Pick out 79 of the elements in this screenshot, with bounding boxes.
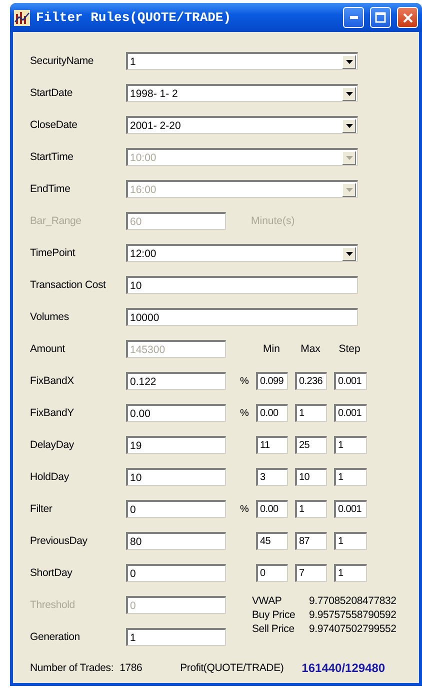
step-field[interactable]: 0.001 [334, 372, 367, 390]
field-label: Threshold [30, 599, 76, 611]
step-field[interactable]: 1 [334, 436, 367, 454]
field-label: HoldDay [30, 471, 70, 483]
field-label: Bar_Range [30, 215, 82, 227]
field-label: FixBandX [30, 375, 75, 387]
field-label: EndTime [30, 183, 72, 195]
step-field[interactable]: 1 [334, 468, 367, 486]
text-field[interactable]: 10 [126, 468, 226, 486]
price-value: 9.97407502799552 [309, 623, 396, 635]
text-field[interactable]: 10000 [126, 308, 358, 326]
field-label: Transaction Cost [30, 279, 107, 291]
price-label: Buy Price [252, 609, 296, 621]
text-field[interactable]: 19 [126, 436, 226, 454]
max-field[interactable]: 87 [295, 532, 327, 550]
close-icon [402, 12, 412, 22]
unit-label: Minute(s) [251, 215, 295, 227]
min-field[interactable]: 0.00 [256, 500, 288, 518]
maximize-icon [375, 12, 386, 23]
window-title: Filter Rules(QUOTE/TRADE) [36, 10, 232, 25]
price-value: 9.95757558790592 [309, 609, 396, 621]
max-field[interactable]: 1 [295, 500, 327, 518]
field-label: ShortDay [30, 567, 74, 579]
field-label: PreviousDay [30, 535, 88, 547]
minimize-button[interactable] [343, 7, 364, 28]
text-field[interactable]: 80 [126, 532, 226, 550]
field-label: CloseDate [30, 119, 78, 131]
max-field[interactable]: 10 [295, 468, 327, 486]
min-field[interactable]: 0.099 [256, 372, 288, 390]
field-label: TimePoint [30, 247, 76, 259]
field-label: DelayDay [30, 439, 75, 451]
column-header: Min [262, 343, 281, 355]
trades-label: Number of Trades: [30, 662, 114, 674]
text-field[interactable]: 0 [126, 500, 226, 518]
step-field[interactable]: 0.001 [334, 500, 367, 518]
min-field[interactable]: 3 [256, 468, 288, 486]
chart-icon [14, 10, 30, 26]
profit-value: 161440/129480 [302, 661, 386, 675]
text-field[interactable]: 0.00 [126, 404, 226, 422]
minimize-icon [350, 16, 358, 19]
max-field[interactable]: 25 [295, 436, 327, 454]
price-label: VWAP [252, 595, 283, 607]
field-label: Volumes [30, 311, 70, 323]
field-label: FixBandY [30, 407, 75, 419]
max-field[interactable]: 0.236 [295, 372, 327, 390]
min-field[interactable]: 0 [256, 564, 288, 582]
price-value: 9.77085208477832 [309, 595, 396, 607]
min-field[interactable]: 0.00 [256, 404, 288, 422]
text-field[interactable]: 0.122 [126, 372, 226, 390]
close-button[interactable] [397, 7, 418, 28]
unit-label: % [239, 408, 250, 418]
unit-label: % [239, 504, 250, 514]
step-field[interactable]: 1 [334, 532, 367, 550]
max-field[interactable]: 1 [295, 404, 327, 422]
step-field[interactable]: 0.001 [334, 404, 367, 422]
dropdown-field[interactable]: 12:00 [126, 244, 358, 262]
min-field[interactable]: 45 [256, 532, 288, 550]
maximize-button[interactable] [370, 7, 391, 28]
min-field[interactable]: 11 [256, 436, 288, 454]
field-label: Generation [30, 631, 81, 643]
max-field[interactable]: 7 [295, 564, 327, 582]
trades-count: 1786 [120, 662, 142, 674]
text-field[interactable]: 1 [126, 628, 226, 646]
step-field[interactable]: 1 [334, 564, 367, 582]
field-label: Amount [30, 343, 66, 355]
text-field[interactable]: 0 [126, 564, 226, 582]
dropdown-field[interactable]: 2001- 2-20 [126, 116, 358, 134]
unit-label: % [239, 376, 250, 386]
profit-label: Profit(QUOTE/TRADE) [180, 662, 284, 674]
field-label: StartDate [30, 87, 74, 99]
field-label: StartTime [30, 151, 74, 163]
dropdown-field[interactable]: 1 [126, 52, 358, 70]
column-header: Step [338, 343, 362, 355]
column-header: Max [300, 343, 322, 355]
field-label: SecurityName [30, 55, 95, 67]
price-label: Sell Price [252, 623, 296, 635]
dropdown-field[interactable]: 1998- 1- 2 [126, 84, 358, 102]
text-field[interactable]: 10 [126, 276, 358, 294]
field-label: Filter [30, 503, 54, 515]
